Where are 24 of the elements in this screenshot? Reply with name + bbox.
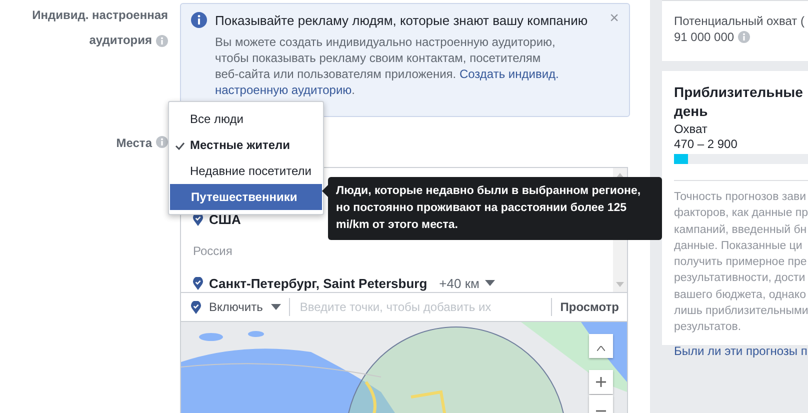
- disclaimer-text: вашего бюджета, однако: [674, 288, 807, 303]
- disclaimer-text: данные. Показанные ци: [674, 238, 804, 254]
- disclaimer-text: кампаний, введенный бн: [674, 222, 808, 238]
- country-group-label: Россия: [193, 244, 232, 258]
- field-label: аудитория: [89, 32, 152, 49]
- reach-range: 470 – 2 900: [674, 137, 738, 151]
- reach-value: 91 000 000: [674, 29, 734, 45]
- notice-text: Вы можете создать индивидуально настроенную аудиторию, чтобы показывать рекламу своим контактам, посетителям веб-сайта или пользователям приложения. Создать индивид. настроенную аудиторию.: [215, 34, 560, 98]
- card-title: Приблизительные: [674, 83, 804, 102]
- field-label: Места: [116, 136, 152, 150]
- location-name: США: [209, 212, 241, 226]
- location-name: Санкт-Петербург, Saint Petersburg: [209, 276, 428, 290]
- reach-label: Потенциальный охват (: [674, 13, 806, 29]
- disclaimer-text: лишь приблизительными: [674, 304, 808, 320]
- disclaimer-text: результатов.: [674, 320, 742, 336]
- card-title: день: [674, 102, 709, 121]
- disclaimer-text: Точность прогнозов зави: [674, 190, 808, 205]
- disclaimer-text: получить примерное пре: [674, 255, 808, 270]
- tooltip-text: Люди, которые недавно были в выбранном регионе, но постоянно проживают на расстоянии более 125 mi/km от этого места.: [336, 184, 642, 233]
- field-label: Индивид. настроенная: [32, 7, 168, 24]
- metric-label: Охват: [674, 122, 708, 136]
- notice-title: Показывайте рекламу людям, которые знают вашу компанию: [215, 12, 588, 28]
- disclaimer-text: результативности, дости: [674, 271, 806, 286]
- disclaimer-text: факторов, как данные пр: [674, 206, 808, 222]
